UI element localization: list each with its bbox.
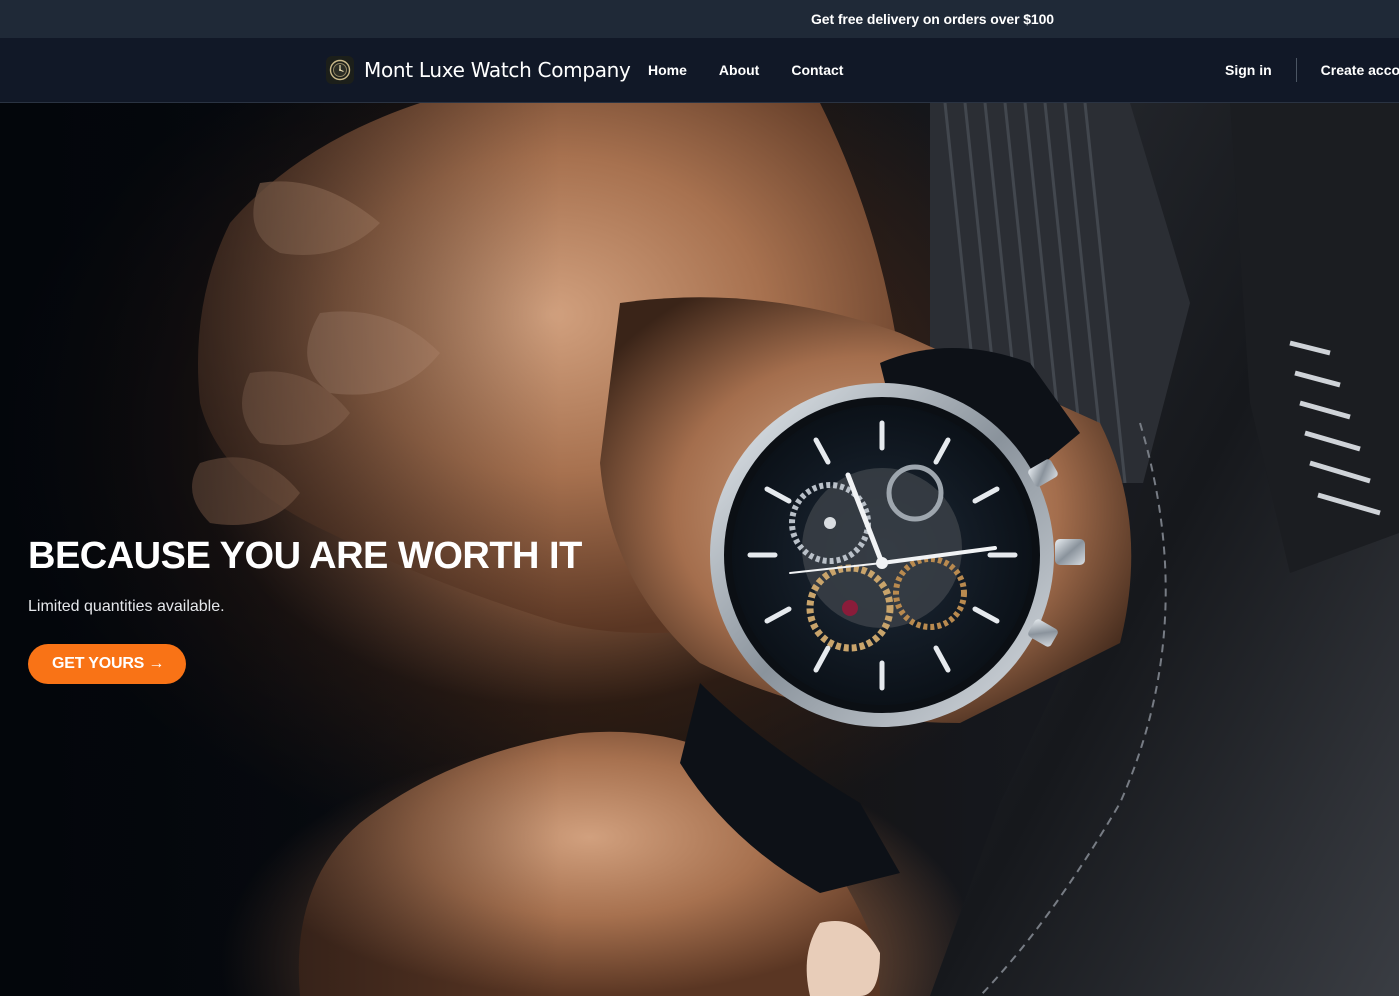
watch-logo-icon xyxy=(326,56,354,84)
nav-link-about[interactable]: About xyxy=(719,62,759,78)
brand-home-link[interactable]: Mont Luxe Watch Company xyxy=(326,56,631,84)
nav-link-home[interactable]: Home xyxy=(648,62,687,78)
sign-in-link[interactable]: Sign in xyxy=(1225,62,1272,78)
create-account-link[interactable]: Create account xyxy=(1321,62,1399,78)
hero-subtitle: Limited quantities available. xyxy=(28,598,225,615)
hero-section: BECAUSE YOU ARE WORTH IT Limited quantit… xyxy=(0,103,1399,996)
promo-banner: Get free delivery on orders over $100 xyxy=(0,0,1399,38)
account-menu: Sign in Create account xyxy=(1225,38,1399,102)
account-divider xyxy=(1295,58,1297,82)
hero-content: BECAUSE YOU ARE WORTH IT Limited quantit… xyxy=(28,533,668,684)
top-navigation: Mont Luxe Watch Company Home About Conta… xyxy=(0,38,1399,103)
get-yours-button[interactable]: GET YOURS → xyxy=(28,644,187,684)
brand-name: Mont Luxe Watch Company xyxy=(364,58,631,82)
main-menu: Home About Contact xyxy=(648,38,875,102)
hero-title: BECAUSE YOU ARE WORTH IT xyxy=(28,535,582,577)
nav-link-contact[interactable]: Contact xyxy=(791,62,843,78)
promo-text: Get free delivery on orders over $100 xyxy=(811,11,1054,27)
